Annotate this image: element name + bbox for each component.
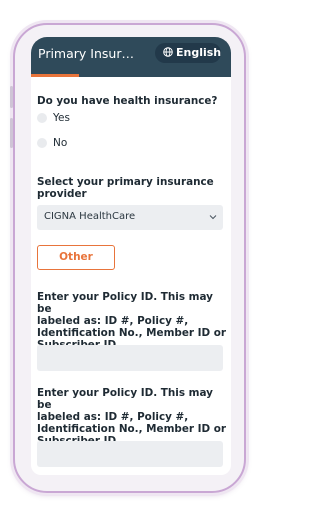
- progress-fill: [31, 74, 79, 77]
- other-button[interactable]: Other: [37, 245, 115, 270]
- provider-select[interactable]: CIGNA HealthCare: [37, 205, 223, 230]
- policy-id-label-line: labeled as: ID #, Policy #,: [37, 315, 189, 327]
- policy-id-label-line: labeled as: ID #, Policy #,: [37, 411, 189, 423]
- policy-id-label-line: Enter your Policy ID. This may be: [37, 387, 213, 411]
- policy-id-input[interactable]: [37, 441, 223, 467]
- provider-select-value: CIGNA HealthCare: [44, 211, 136, 222]
- language-label: English: [176, 46, 222, 59]
- policy-id-label: Enter your Policy ID. This may be labele…: [37, 387, 231, 447]
- language-button[interactable]: English: [155, 43, 221, 63]
- phone-screen: Primary Insura... English Do you have he…: [31, 37, 231, 475]
- radio-no-label: No: [53, 137, 68, 149]
- policy-id-label: Enter your Policy ID. This may be labele…: [37, 291, 231, 351]
- header-bar: Primary Insura... English: [31, 37, 231, 77]
- policy-id-label-line: Identification No., Member ID or: [37, 423, 226, 435]
- provider-label: Select your primary insurance provider: [37, 176, 214, 200]
- page-title: Primary Insura...: [38, 46, 138, 61]
- chevron-down-icon: [209, 215, 217, 220]
- policy-id-label-line: Enter your Policy ID. This may be: [37, 291, 213, 315]
- radio-circle[interactable]: [37, 138, 47, 148]
- policy-id-label-line: Identification No., Member ID or: [37, 327, 226, 339]
- radio-circle[interactable]: [37, 113, 47, 123]
- provider-label-line: Select your primary insurance: [37, 176, 214, 188]
- globe-icon: [163, 47, 173, 57]
- radio-yes-label: Yes: [53, 112, 70, 124]
- volume-button: [10, 118, 13, 148]
- radio-no[interactable]: No: [37, 136, 67, 150]
- app-frame: Primary Insura... English Do you have he…: [0, 0, 257, 516]
- radio-yes[interactable]: Yes: [37, 111, 70, 125]
- insurance-question-label: Do you have health insurance?: [37, 95, 218, 107]
- progress-bar: [31, 74, 231, 77]
- policy-id-input[interactable]: [37, 345, 223, 371]
- provider-label-line: provider: [37, 188, 87, 200]
- volume-button: [10, 86, 13, 108]
